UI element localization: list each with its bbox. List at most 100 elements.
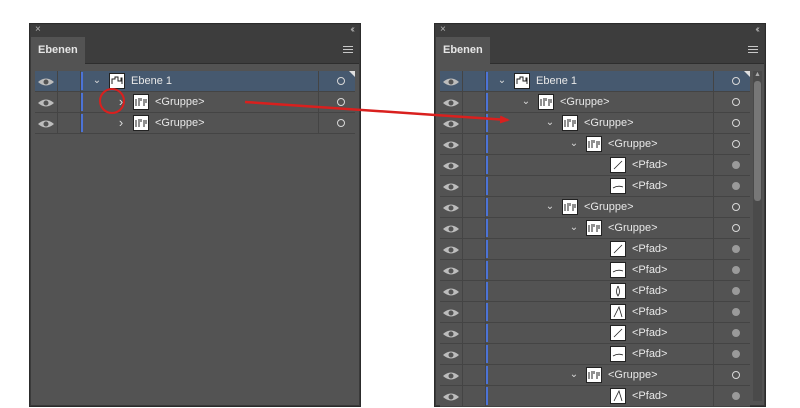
- target-circle-icon[interactable]: [732, 203, 740, 211]
- eye-icon[interactable]: [442, 390, 460, 402]
- path-row[interactable]: <Pfad>: [440, 176, 750, 197]
- chevron-down-icon[interactable]: ⌄: [496, 73, 508, 89]
- target-circle-icon[interactable]: [732, 392, 740, 400]
- eye-icon[interactable]: [442, 327, 460, 339]
- row-label[interactable]: <Gruppe>: [155, 92, 205, 112]
- lock-toggle[interactable]: [58, 113, 80, 133]
- path-row[interactable]: <Pfad>: [440, 239, 750, 260]
- target-circle-icon[interactable]: [732, 287, 740, 295]
- path-row[interactable]: <Pfad>: [440, 323, 750, 344]
- path-row[interactable]: <Pfad>: [440, 344, 750, 365]
- scrollbar-thumb[interactable]: [754, 81, 761, 201]
- target-circle-icon[interactable]: [337, 119, 345, 127]
- eye-icon[interactable]: [442, 159, 460, 171]
- eye-icon[interactable]: [442, 264, 460, 276]
- target-circle-icon[interactable]: [732, 140, 740, 148]
- row-label[interactable]: <Pfad>: [632, 386, 667, 406]
- eye-icon[interactable]: [442, 285, 460, 297]
- chevron-down-icon[interactable]: ⌄: [544, 199, 556, 215]
- scrollbar[interactable]: ▲: [753, 71, 762, 401]
- row-label[interactable]: Ebene 1: [131, 71, 172, 91]
- lock-toggle[interactable]: [463, 260, 485, 280]
- panel-menu-icon[interactable]: [343, 46, 353, 54]
- row-label[interactable]: <Pfad>: [632, 344, 667, 364]
- chevron-down-icon[interactable]: ⌄: [91, 73, 103, 89]
- eye-icon[interactable]: [442, 369, 460, 381]
- row-label[interactable]: <Gruppe>: [608, 218, 658, 238]
- group-row[interactable]: ⌄ <Gruppe>: [440, 365, 750, 386]
- eye-icon[interactable]: [37, 75, 55, 87]
- target-circle-icon[interactable]: [732, 119, 740, 127]
- path-row[interactable]: <Pfad>: [440, 260, 750, 281]
- group-row[interactable]: › <Gruppe>: [35, 92, 355, 113]
- group-row[interactable]: ⌄ <Gruppe>: [440, 113, 750, 134]
- lock-toggle[interactable]: [463, 155, 485, 175]
- group-row[interactable]: ⌄ <Gruppe>: [440, 218, 750, 239]
- path-row[interactable]: <Pfad>: [440, 155, 750, 176]
- target-circle-icon[interactable]: [732, 224, 740, 232]
- group-row[interactable]: › <Gruppe>: [35, 113, 355, 134]
- row-label[interactable]: <Pfad>: [632, 239, 667, 259]
- chevron-down-icon[interactable]: ⌄: [568, 220, 580, 236]
- target-circle-icon[interactable]: [732, 77, 740, 85]
- target-circle-icon[interactable]: [732, 98, 740, 106]
- lock-toggle[interactable]: [463, 386, 485, 406]
- tab-ebenen[interactable]: Ebenen: [31, 37, 85, 64]
- row-label[interactable]: <Pfad>: [632, 155, 667, 175]
- eye-icon[interactable]: [442, 96, 460, 108]
- lock-toggle[interactable]: [463, 113, 485, 133]
- target-circle-icon[interactable]: [732, 161, 740, 169]
- chevron-down-icon[interactable]: ⌄: [544, 115, 556, 131]
- panel-menu-icon[interactable]: [748, 46, 758, 54]
- collapse-panel-icon[interactable]: ‹‹: [350, 24, 354, 36]
- lock-toggle[interactable]: [463, 365, 485, 385]
- target-circle-icon[interactable]: [337, 98, 345, 106]
- target-circle-icon[interactable]: [732, 350, 740, 358]
- path-row[interactable]: <Pfad>: [440, 386, 750, 407]
- close-icon[interactable]: ×: [35, 24, 41, 36]
- eye-icon[interactable]: [37, 117, 55, 129]
- row-label[interactable]: <Pfad>: [632, 176, 667, 196]
- row-label[interactable]: Ebene 1: [536, 71, 577, 91]
- eye-icon[interactable]: [442, 117, 460, 129]
- target-circle-icon[interactable]: [732, 182, 740, 190]
- eye-icon[interactable]: [442, 348, 460, 360]
- target-circle-icon[interactable]: [337, 77, 345, 85]
- row-label[interactable]: <Pfad>: [632, 302, 667, 322]
- group-row[interactable]: ⌄ <Gruppe>: [440, 134, 750, 155]
- layer-row[interactable]: ⌄ Ebene 1: [35, 71, 355, 92]
- eye-icon[interactable]: [442, 243, 460, 255]
- row-label[interactable]: <Gruppe>: [608, 365, 658, 385]
- scroll-up-icon[interactable]: ▲: [753, 71, 762, 79]
- row-label[interactable]: <Pfad>: [632, 281, 667, 301]
- row-label[interactable]: <Gruppe>: [155, 113, 205, 133]
- row-label[interactable]: <Pfad>: [632, 260, 667, 280]
- group-row[interactable]: ⌄ <Gruppe>: [440, 197, 750, 218]
- target-circle-icon[interactable]: [732, 245, 740, 253]
- eye-icon[interactable]: [442, 222, 460, 234]
- lock-toggle[interactable]: [463, 218, 485, 238]
- lock-toggle[interactable]: [463, 176, 485, 196]
- target-circle-icon[interactable]: [732, 371, 740, 379]
- lock-toggle[interactable]: [463, 344, 485, 364]
- eye-icon[interactable]: [37, 96, 55, 108]
- row-label[interactable]: <Gruppe>: [560, 92, 610, 112]
- path-row[interactable]: <Pfad>: [440, 281, 750, 302]
- layer-row[interactable]: ⌄ Ebene 1: [440, 71, 750, 92]
- lock-toggle[interactable]: [463, 92, 485, 112]
- lock-toggle[interactable]: [463, 197, 485, 217]
- group-row[interactable]: ⌄ <Gruppe>: [440, 92, 750, 113]
- eye-icon[interactable]: [442, 180, 460, 192]
- row-label[interactable]: <Gruppe>: [584, 113, 634, 133]
- lock-toggle[interactable]: [58, 92, 80, 112]
- path-row[interactable]: <Pfad>: [440, 302, 750, 323]
- eye-icon[interactable]: [442, 201, 460, 213]
- chevron-down-icon[interactable]: ⌄: [568, 136, 580, 152]
- chevron-right-icon[interactable]: ›: [115, 115, 127, 131]
- eye-icon[interactable]: [442, 75, 460, 87]
- row-label[interactable]: <Pfad>: [632, 323, 667, 343]
- lock-toggle[interactable]: [463, 302, 485, 322]
- close-icon[interactable]: ×: [440, 24, 446, 36]
- tab-ebenen[interactable]: Ebenen: [436, 37, 490, 64]
- collapse-panel-icon[interactable]: ‹‹: [755, 24, 759, 36]
